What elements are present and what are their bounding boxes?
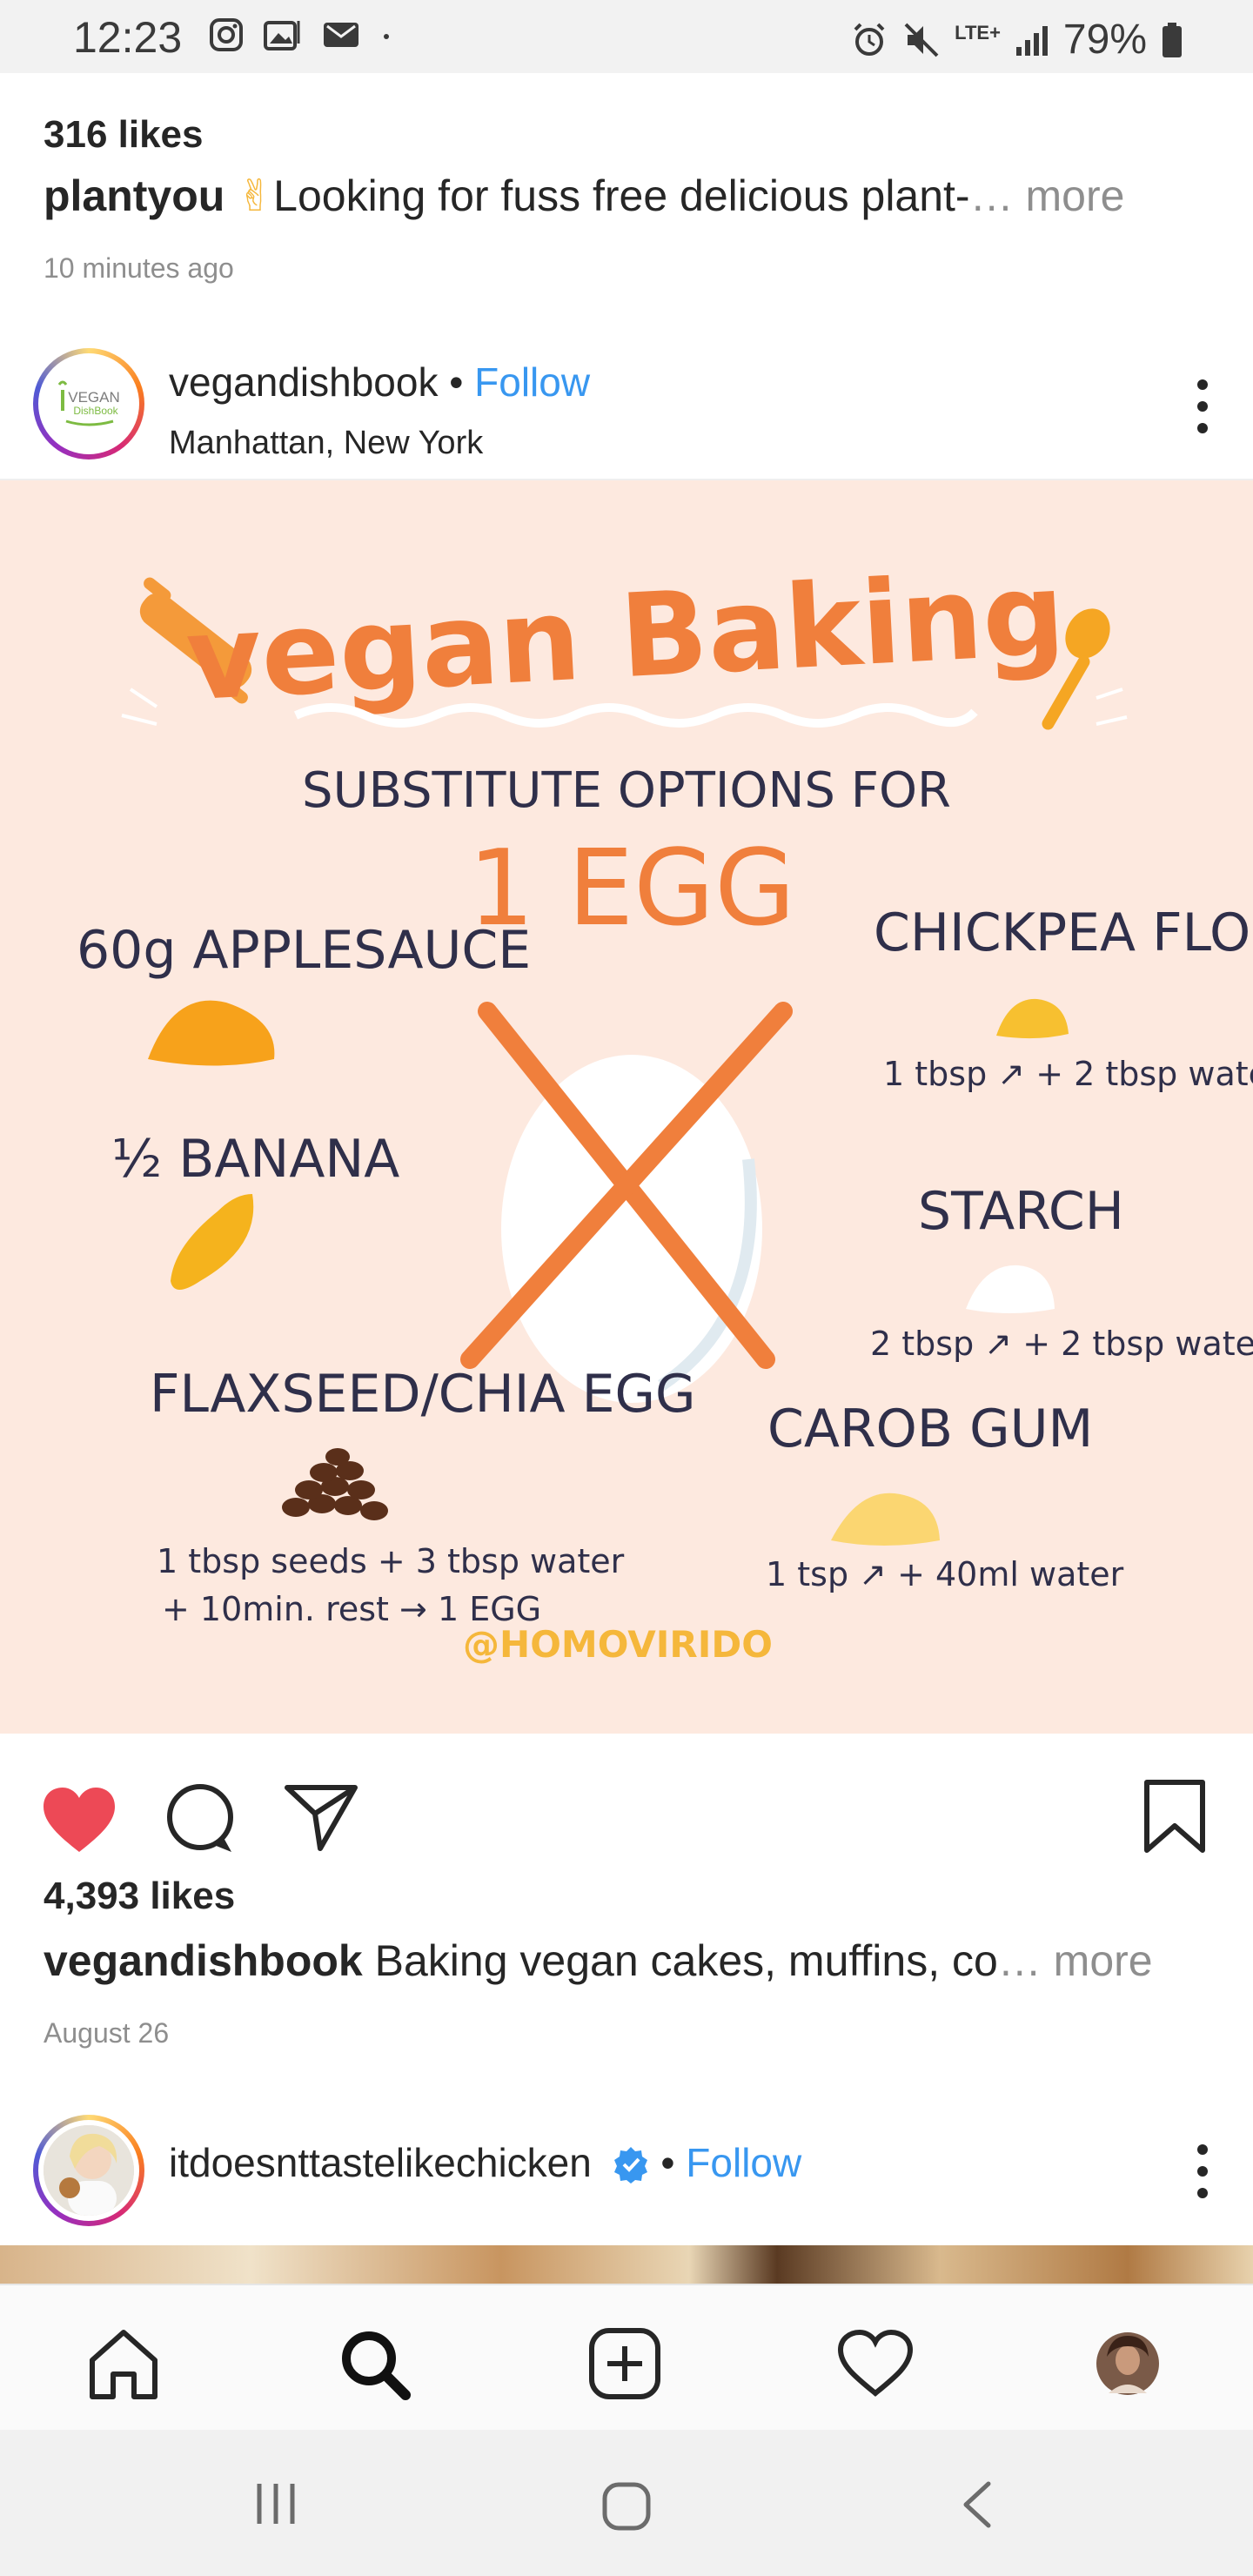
item-starch: STARCH xyxy=(918,1181,1124,1242)
feed[interactable]: 316 likes plantyou ✌Looking for fuss fre… xyxy=(0,73,1253,2284)
system-nav-bar xyxy=(0,2430,1253,2576)
dot-icon xyxy=(384,34,389,39)
chickpea-note: 1 tbsp ↗ + 2 tbsp water xyxy=(883,1055,1253,1093)
infographic-subtitle: SUBSTITUTE OPTIONS FOR xyxy=(302,762,951,819)
item-applesauce: 60g APPLESAUCE xyxy=(77,920,531,981)
item-banana: ½ BANANA xyxy=(111,1129,399,1190)
nav-profile[interactable] xyxy=(1084,2320,1171,2407)
search-icon xyxy=(342,2331,411,2400)
status-icons-left xyxy=(209,17,393,52)
next-more-options-icon[interactable] xyxy=(1194,2141,1211,2202)
nav-activity[interactable] xyxy=(832,2320,919,2407)
heart-icon xyxy=(837,2329,914,2397)
battery-percent: 79% xyxy=(1062,17,1147,63)
infographic: vegan Baking SUBSTITUTE OPTIONS FOR 1 EG… xyxy=(0,480,1253,1734)
post-header: VEGAN DishBook vegandishbook • Follow Ma… xyxy=(0,332,1253,480)
post-date: August 26 xyxy=(44,2017,170,2049)
post-location[interactable]: Manhattan, New York xyxy=(169,425,483,462)
mute-icon xyxy=(904,23,939,57)
logo-text-vegan: VEGAN xyxy=(68,389,120,406)
next-post-username[interactable]: itdoesnttastelikechicken xyxy=(169,2140,592,2185)
previous-post-actions-cutoff xyxy=(0,73,1253,82)
status-bar: 12:23 LTE+ 79% xyxy=(0,0,1253,73)
comment-icon[interactable] xyxy=(165,1782,237,1855)
post-image[interactable]: vegan Baking SUBSTITUTE OPTIONS FOR 1 EG… xyxy=(0,480,1253,1734)
victory-emoji: ✌ xyxy=(237,171,274,220)
post-avatar[interactable]: VEGAN DishBook xyxy=(33,348,144,460)
next-post-image[interactable] xyxy=(0,2245,1253,2284)
signal-icon xyxy=(1015,25,1048,56)
post-username-line: vegandishbook • Follow xyxy=(169,359,590,406)
post-likes[interactable]: 4,393 likes xyxy=(44,1875,235,1918)
previous-post-time: 10 minutes ago xyxy=(44,252,234,284)
battery-icon xyxy=(1163,22,1182,57)
next-post-separator: • xyxy=(660,2140,687,2185)
add-icon xyxy=(589,2328,660,2399)
instagram-icon xyxy=(210,18,243,51)
profile-icon xyxy=(1096,2332,1159,2395)
profile-photo xyxy=(44,2125,134,2216)
follow-button[interactable]: Follow xyxy=(474,359,590,405)
carob-note: 1 tsp ↗ + 40ml water xyxy=(766,1555,1124,1593)
previous-post-caption-text: Looking for fuss free delicious plant- xyxy=(273,171,970,220)
post-caption-text: Baking vegan cakes, muffins, co xyxy=(374,1936,998,1985)
logo-text-dishbook: DishBook xyxy=(73,405,118,417)
caption-username[interactable]: vegandishbook xyxy=(44,1936,363,1985)
bookmark-icon[interactable] xyxy=(1142,1779,1208,1854)
previous-post-caption: plantyou ✌Looking for fuss free deliciou… xyxy=(44,171,1124,221)
status-icons-right: LTE+ 79% xyxy=(850,16,1183,64)
alarm-icon xyxy=(854,23,885,56)
post-separator: • xyxy=(438,359,475,405)
next-post-avatar[interactable] xyxy=(33,2115,144,2226)
vegandishbook-logo: VEGAN DishBook xyxy=(44,359,134,449)
next-post-header: itdoesnttastelikechicken • Follow xyxy=(0,2106,1253,2254)
mail-icon xyxy=(324,23,358,47)
post-caption: vegandishbook Baking vegan cakes, muffin… xyxy=(44,1935,1153,1986)
post-actions xyxy=(0,1770,1253,1875)
flax-note-1: 1 tbsp seeds + 3 tbsp water xyxy=(157,1542,625,1580)
post-more-link[interactable]: more xyxy=(1042,1936,1153,1985)
network-type: LTE+ xyxy=(955,21,1001,44)
status-time: 12:23 xyxy=(73,13,183,62)
nav-home[interactable] xyxy=(80,2320,167,2407)
heart-filled-icon[interactable] xyxy=(42,1786,117,1854)
previous-post-more-link[interactable]: more xyxy=(1014,171,1124,220)
verified-badge-icon xyxy=(613,2147,647,2184)
item-flax: FLAXSEED/CHIA EGG xyxy=(150,1364,696,1425)
bottom-nav xyxy=(0,2284,1253,2430)
previous-post-ellipsis: … xyxy=(969,171,1014,220)
recents-icon[interactable] xyxy=(252,2480,299,2527)
item-chickpea: CHICKPEA FLOUR xyxy=(874,902,1253,963)
post-caption-ellipsis: … xyxy=(997,1936,1042,1985)
more-options-icon[interactable] xyxy=(1194,376,1211,437)
gallery-icon xyxy=(264,21,300,50)
starch-note: 2 tbsp ↗ + 2 tbsp water xyxy=(870,1325,1253,1363)
nav-new-post[interactable] xyxy=(581,2320,668,2407)
previous-post-username[interactable]: plantyou xyxy=(44,171,224,220)
home-button-icon[interactable] xyxy=(600,2480,653,2532)
previous-post-likes[interactable]: 316 likes xyxy=(44,113,204,157)
share-icon[interactable] xyxy=(284,1782,358,1852)
home-icon xyxy=(90,2330,157,2399)
nav-search[interactable] xyxy=(331,2320,418,2407)
back-icon[interactable] xyxy=(957,2479,995,2531)
item-carob: CAROB GUM xyxy=(767,1399,1093,1459)
image-credit: @HOMOVIRIDO xyxy=(463,1623,773,1666)
next-post-username-line: itdoesnttastelikechicken • Follow xyxy=(169,2139,801,2186)
post-username[interactable]: vegandishbook xyxy=(169,359,438,405)
next-follow-button[interactable]: Follow xyxy=(686,2140,801,2185)
